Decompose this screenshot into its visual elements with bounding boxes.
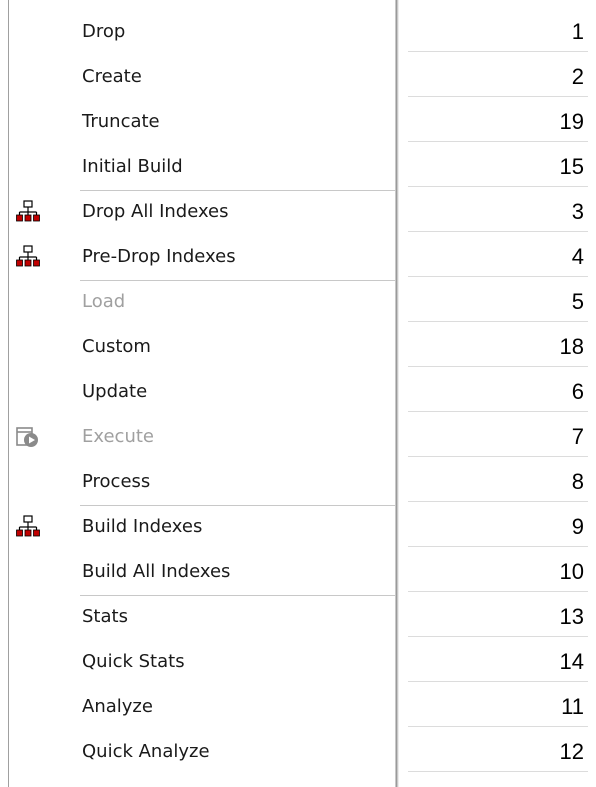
menu-item-stats[interactable]: Stats xyxy=(0,594,395,639)
menu-item-build-indexes[interactable]: Build Indexes xyxy=(0,504,395,549)
order-value-cell[interactable]: 18 xyxy=(408,324,588,369)
menu-item-label: Update xyxy=(82,381,148,402)
menu-item-label: Process xyxy=(82,471,151,492)
menu-item-drop-all-indexes[interactable]: Drop All Indexes xyxy=(0,189,395,234)
order-number: 3 xyxy=(571,198,584,224)
row-divider xyxy=(408,411,588,412)
step-menu: Drop Create Truncate Initial Build Drop All … xyxy=(0,9,395,774)
order-value-cell[interactable]: 12 xyxy=(408,729,588,774)
order-value-cell[interactable]: 5 xyxy=(408,279,588,324)
menu-item-quick-analyze[interactable]: Quick Analyze xyxy=(0,729,395,774)
order-number: 5 xyxy=(571,288,584,314)
menu-item-truncate[interactable]: Truncate xyxy=(0,99,395,144)
menu-item-label: Initial Build xyxy=(82,156,183,177)
order-number: 10 xyxy=(559,558,584,584)
menu-item-label: Execute xyxy=(82,426,154,447)
row-divider xyxy=(408,186,588,187)
order-number: 1 xyxy=(571,18,584,44)
order-value-cell[interactable]: 11 xyxy=(408,684,588,729)
menu-item-drop[interactable]: Drop xyxy=(0,9,395,54)
order-value-cell[interactable]: 14 xyxy=(408,639,588,684)
order-number: 13 xyxy=(559,603,584,629)
row-divider xyxy=(408,546,588,547)
order-value-cell[interactable]: 7 xyxy=(408,414,588,459)
row-divider xyxy=(408,681,588,682)
menu-item-label: Load xyxy=(82,291,126,312)
menu-item-build-all-indexes[interactable]: Build All Indexes xyxy=(0,549,395,594)
row-divider xyxy=(408,591,588,592)
execute-icon xyxy=(16,425,40,449)
menu-item-initial-build[interactable]: Initial Build xyxy=(0,144,395,189)
row-divider xyxy=(408,501,588,502)
column-splitter[interactable] xyxy=(395,0,399,787)
menu-item-quick-stats[interactable]: Quick Stats xyxy=(0,639,395,684)
menu-item-label: Quick Analyze xyxy=(82,741,210,762)
menu-item-load: Load xyxy=(0,279,395,324)
row-divider xyxy=(408,726,588,727)
menu-item-label: Stats xyxy=(82,606,128,627)
menu-item-update[interactable]: Update xyxy=(0,369,395,414)
row-divider xyxy=(408,231,588,232)
order-number: 15 xyxy=(559,153,584,179)
order-value-cell[interactable]: 13 xyxy=(408,594,588,639)
menu-item-execute: Execute xyxy=(0,414,395,459)
order-number: 2 xyxy=(571,63,584,89)
menu-item-analyze[interactable]: Analyze xyxy=(0,684,395,729)
menu-item-label: Analyze xyxy=(82,696,153,717)
order-number: 9 xyxy=(571,513,584,539)
order-value-cell[interactable]: 19 xyxy=(408,99,588,144)
order-number: 18 xyxy=(559,333,584,359)
order-value-cell[interactable]: 1 xyxy=(408,9,588,54)
row-divider xyxy=(408,51,588,52)
order-number: 8 xyxy=(571,468,584,494)
menu-item-label: Truncate xyxy=(82,111,160,132)
order-value-cell[interactable]: 9 xyxy=(408,504,588,549)
order-value-cell[interactable]: 10 xyxy=(408,549,588,594)
row-divider xyxy=(408,456,588,457)
row-divider xyxy=(408,276,588,277)
order-value-cell[interactable]: 2 xyxy=(408,54,588,99)
menu-item-custom[interactable]: Custom xyxy=(0,324,395,369)
menu-item-create[interactable]: Create xyxy=(0,54,395,99)
order-number: 12 xyxy=(559,738,584,764)
order-value-cell[interactable]: 15 xyxy=(408,144,588,189)
row-divider xyxy=(408,96,588,97)
order-value-cell[interactable]: 8 xyxy=(408,459,588,504)
order-values-column: 1 2 19 15 3 4 5 18 6 7 8 9 10 13 14 11 12 xyxy=(408,9,588,774)
menu-item-label: Quick Stats xyxy=(82,651,185,672)
index-hierarchy-icon xyxy=(16,244,40,269)
menu-item-label: Build All Indexes xyxy=(82,561,231,582)
menu-item-process[interactable]: Process xyxy=(0,459,395,504)
index-hierarchy-icon xyxy=(16,514,40,539)
row-divider xyxy=(408,636,588,637)
menu-item-label: Pre-Drop Indexes xyxy=(82,246,236,267)
row-divider xyxy=(408,366,588,367)
index-hierarchy-icon xyxy=(16,199,40,224)
menu-item-label: Custom xyxy=(82,336,151,357)
row-divider xyxy=(408,321,588,322)
menu-item-label: Drop xyxy=(82,21,126,42)
order-number: 7 xyxy=(571,423,584,449)
order-number: 14 xyxy=(559,648,584,674)
order-value-cell[interactable]: 6 xyxy=(408,369,588,414)
menu-item-label: Build Indexes xyxy=(82,516,203,537)
row-divider xyxy=(408,771,588,772)
menu-item-label: Create xyxy=(82,66,142,87)
order-number: 11 xyxy=(561,693,584,719)
order-value-cell[interactable]: 3 xyxy=(408,189,588,234)
order-number: 4 xyxy=(571,243,584,269)
menu-item-label: Drop All Indexes xyxy=(82,201,229,222)
step-order-panel: Drop Create Truncate Initial Build Drop All … xyxy=(0,0,596,787)
row-divider xyxy=(408,141,588,142)
order-number: 6 xyxy=(571,378,584,404)
order-value-cell[interactable]: 4 xyxy=(408,234,588,279)
menu-item-pre-drop-indexes[interactable]: Pre-Drop Indexes xyxy=(0,234,395,279)
order-number: 19 xyxy=(559,108,584,134)
